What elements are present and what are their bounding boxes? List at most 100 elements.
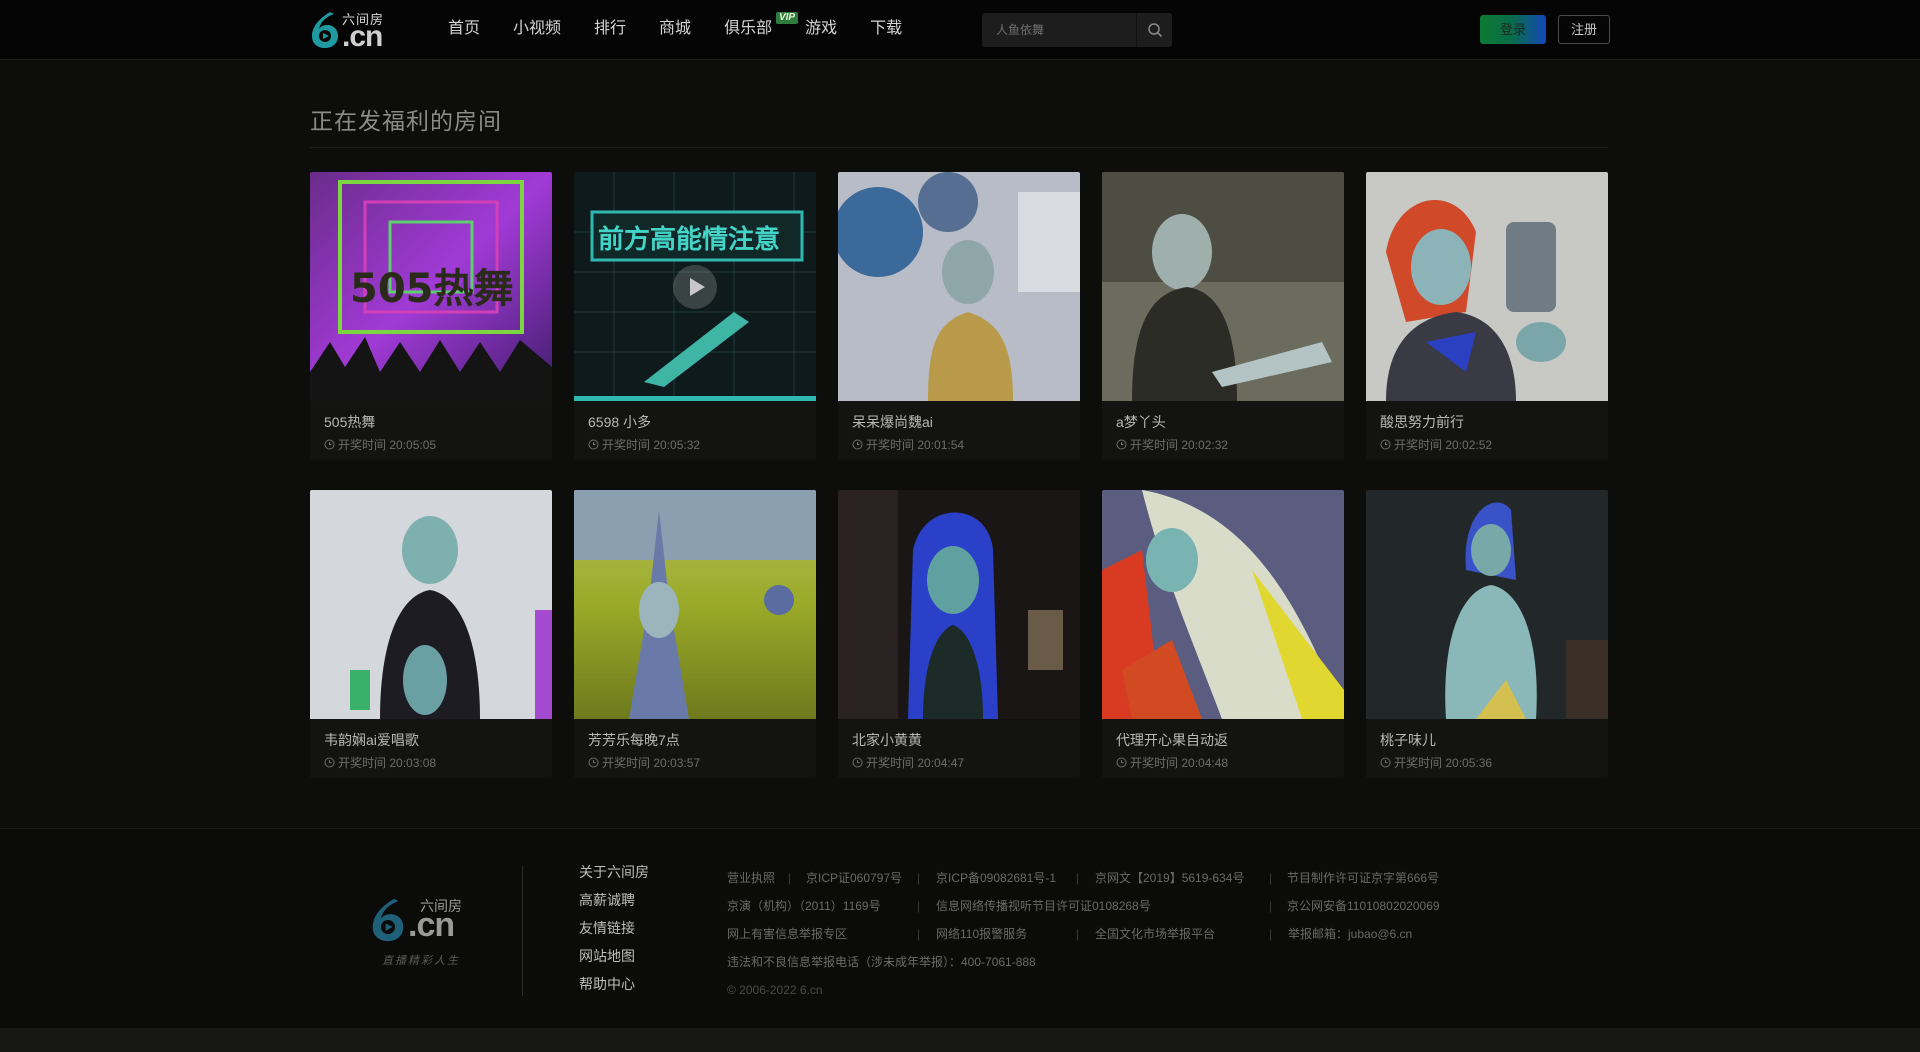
room-card[interactable]: 代理开心果自动返 开奖时间 20:04:48 <box>1102 490 1344 778</box>
footer-logo-domain: .cn <box>408 906 455 944</box>
draw-time: 开奖时间 20:03:57 <box>588 754 700 771</box>
search-button[interactable] <box>1136 13 1172 47</box>
top-header: 六间房 .cn 首页 小视频 排行 商城 俱乐部 VIP 游戏 下载 登录 注册 <box>0 0 1920 60</box>
footer-link-sitemap[interactable]: 网站地图 <box>579 946 649 974</box>
performance-license[interactable]: 京演（机构）（2011）1169号 <box>727 895 881 917</box>
nav-mall[interactable]: 商城 <box>659 0 691 60</box>
logo-domain-text: .cn <box>342 20 383 53</box>
harmful-info-report[interactable]: 网上有害信息举报专区 <box>727 923 847 945</box>
footer-logo[interactable]: 六间房 .cn 直播精彩人生 <box>368 894 478 978</box>
separator: | <box>917 927 921 941</box>
room-card[interactable]: 505热舞 505热舞 开奖时间 20:05:05 <box>310 172 552 460</box>
nav-ranking[interactable]: 排行 <box>594 0 626 60</box>
footer-logo-slogan: 直播精彩人生 <box>382 955 460 967</box>
room-thumbnail <box>310 490 552 719</box>
draw-time: 开奖时间 20:02:32 <box>1116 436 1228 453</box>
separator: | <box>1269 871 1273 885</box>
register-button[interactable]: 注册 <box>1558 15 1610 44</box>
nav-ranking-label: 排行 <box>594 20 627 37</box>
nav-download[interactable]: 下载 <box>870 0 902 60</box>
search-input[interactable] <box>982 13 1137 47</box>
nav-mall-label: 商城 <box>659 20 692 37</box>
draw-time-value: 20:04:48 <box>1181 755 1229 770</box>
room-card[interactable]: 韦韵娴ai爱唱歌 开奖时间 20:03:08 <box>310 490 552 778</box>
draw-time-label: 开奖时间 <box>866 756 915 770</box>
report-email[interactable]: 举报邮箱：jubao@6.cn <box>1288 923 1412 945</box>
room-card[interactable]: 酸思努力前行 开奖时间 20:02:52 <box>1366 172 1608 460</box>
room-card[interactable]: 桃子味儿 开奖时间 20:05:36 <box>1366 490 1608 778</box>
room-thumbnail <box>838 172 1080 401</box>
separator: | <box>1269 927 1273 941</box>
public-security-record[interactable]: 京公网安备11010802020069 <box>1287 895 1440 917</box>
separator: | <box>917 899 921 913</box>
nav-home[interactable]: 首页 <box>448 0 480 60</box>
report-phone: 违法和不良信息举报电话（涉未成年举报）：400-7061-888 <box>727 955 1036 969</box>
draw-time-label: 开奖时间 <box>602 438 651 452</box>
nav-home-label: 首页 <box>448 20 481 37</box>
draw-time: 开奖时间 20:02:52 <box>1380 436 1492 453</box>
footer-link-about[interactable]: 关于六间房 <box>579 862 649 890</box>
room-name: 酸思努力前行 <box>1380 414 1464 430</box>
room-card[interactable]: a梦丫头 开奖时间 20:02:32 <box>1102 172 1344 460</box>
room-card[interactable]: 北家小黄黄 开奖时间 20:04:47 <box>838 490 1080 778</box>
search-icon <box>1147 23 1162 38</box>
site-logo[interactable]: 六间房 .cn <box>308 8 400 53</box>
footer-link-jobs[interactable]: 高薪诚聘 <box>579 890 649 918</box>
main-nav: 首页 小视频 排行 商城 俱乐部 VIP 游戏 下载 <box>448 0 935 60</box>
room-card[interactable]: 芳芳乐每晚7点 开奖时间 20:03:57 <box>574 490 816 778</box>
room-card[interactable]: 呆呆爆尚魏ai 开奖时间 20:01:54 <box>838 172 1080 460</box>
license-link[interactable]: 营业执照 <box>727 867 775 889</box>
room-name: 代理开心果自动返 <box>1116 732 1228 748</box>
police-110-link[interactable]: 网络110报警服务 <box>936 923 1027 945</box>
clock-icon <box>1380 439 1391 450</box>
draw-time-label: 开奖时间 <box>1394 756 1443 770</box>
logo-six-icon <box>312 12 338 48</box>
footer-divider <box>522 866 523 996</box>
draw-time-value: 20:05:32 <box>653 437 701 452</box>
room-name: 6598 小多 <box>588 414 652 430</box>
room-card[interactable]: 前方高能情注意 6598 小多 开奖时间 20:05:32 <box>574 172 816 460</box>
clock-icon <box>1116 757 1127 768</box>
clock-icon <box>1116 439 1127 450</box>
icp-record[interactable]: 京ICP备09082681号-1 <box>936 867 1056 889</box>
room-thumbnail <box>574 490 816 719</box>
draw-time-label: 开奖时间 <box>1130 756 1179 770</box>
copyright: © 2006-2022 6.cn <box>727 983 823 997</box>
footer-bottom-bar <box>0 1028 1920 1052</box>
draw-time: 开奖时间 20:04:48 <box>1116 754 1228 771</box>
draw-time-value: 20:02:52 <box>1445 437 1493 452</box>
section-divider <box>310 147 1608 148</box>
footer-logo-six-icon <box>372 898 404 942</box>
clock-icon <box>324 757 335 768</box>
nav-club[interactable]: 俱乐部 VIP <box>724 0 799 60</box>
room-name: 北家小黄黄 <box>852 732 922 748</box>
footer-links: 关于六间房 高薪诚聘 友情链接 网站地图 帮助中心 <box>579 862 649 1002</box>
room-thumbnail <box>1366 172 1608 401</box>
draw-time-value: 20:05:05 <box>389 437 437 452</box>
nav-games[interactable]: 游戏 <box>805 0 837 60</box>
room-thumbnail: 505热舞 <box>310 172 552 401</box>
footer-legal-info: 营业执照 | 京ICP证060797号 | 京ICP备09082681号-1 |… <box>727 867 1627 1007</box>
draw-time: 开奖时间 20:01:54 <box>852 436 964 453</box>
icp-license[interactable]: 京ICP证060797号 <box>806 867 902 889</box>
nav-games-label: 游戏 <box>805 20 838 37</box>
draw-time: 开奖时间 20:05:36 <box>1380 754 1492 771</box>
clock-icon <box>588 757 599 768</box>
room-name: a梦丫头 <box>1116 414 1166 430</box>
clock-icon <box>324 439 335 450</box>
culture-market-report[interactable]: 全国文化市场举报平台 <box>1095 923 1215 945</box>
culture-license[interactable]: 京网文【2019】5619-634号 <box>1095 867 1244 889</box>
program-license[interactable]: 节目制作许可证京字第666号 <box>1287 867 1439 889</box>
draw-time: 开奖时间 20:03:08 <box>324 754 436 771</box>
play-icon[interactable] <box>671 263 719 311</box>
separator: | <box>917 871 921 885</box>
footer-link-friends[interactable]: 友情链接 <box>579 918 649 946</box>
draw-time-label: 开奖时间 <box>1394 438 1443 452</box>
nav-short-video[interactable]: 小视频 <box>513 0 561 60</box>
av-license[interactable]: 信息网络传播视听节目许可证0108268号 <box>936 895 1151 917</box>
login-button[interactable]: 登录 <box>1480 15 1546 44</box>
svg-text:前方高能情注意: 前方高能情注意 <box>598 224 780 255</box>
footer-link-help[interactable]: 帮助中心 <box>579 974 649 1002</box>
vip-badge: VIP <box>775 12 799 24</box>
separator: | <box>788 871 792 885</box>
